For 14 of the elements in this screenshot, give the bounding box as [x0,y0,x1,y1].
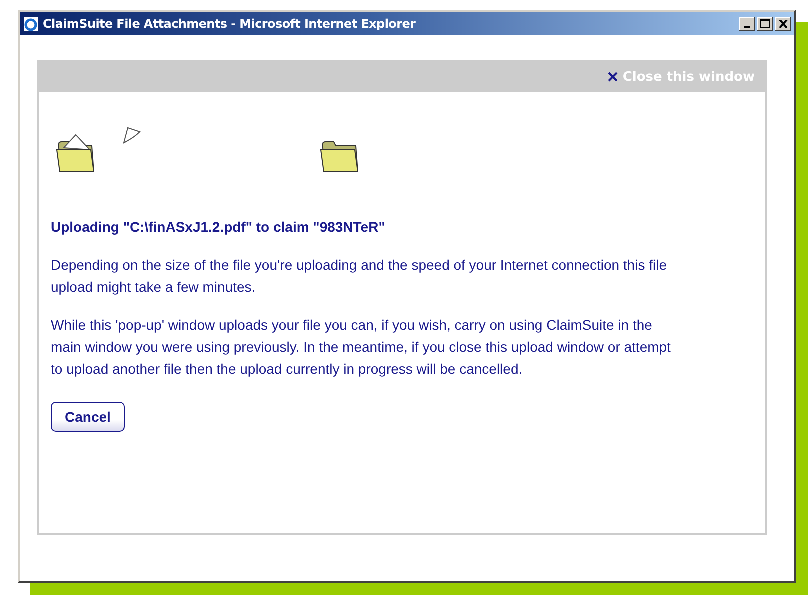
info-paragraph: Depending on the size of the file you're uploading and the speed of your Internet connection this file upload might take a few minutes. [51,256,668,297]
window-title: ClaimSuite File Attachments - Microsoft Internet Explorer [43,16,417,30]
close-icon [608,72,618,82]
close-button[interactable] [775,16,791,30]
browser-icon [23,16,39,32]
maximize-icon [760,19,770,28]
maximize-button[interactable] [757,16,773,30]
info-paragraph: While this 'pop-up' window uploads your file you can, if you wish, carry on using ClaimSuite in the main window you were using previously. In the meantime, if you close this upload window or attempt to upload another file then the upload currently in progress will be cancelled. [51,316,671,379]
close-icon [778,20,788,28]
cancel-button[interactable]: Cancel [51,402,125,432]
minimize-button[interactable] [739,16,755,30]
minimize-icon [744,26,750,28]
upload-heading: Uploading "C:\finASxJ1.2.pdf" to claim "983NTeR" [51,218,386,237]
open-folder-icon [56,132,96,174]
